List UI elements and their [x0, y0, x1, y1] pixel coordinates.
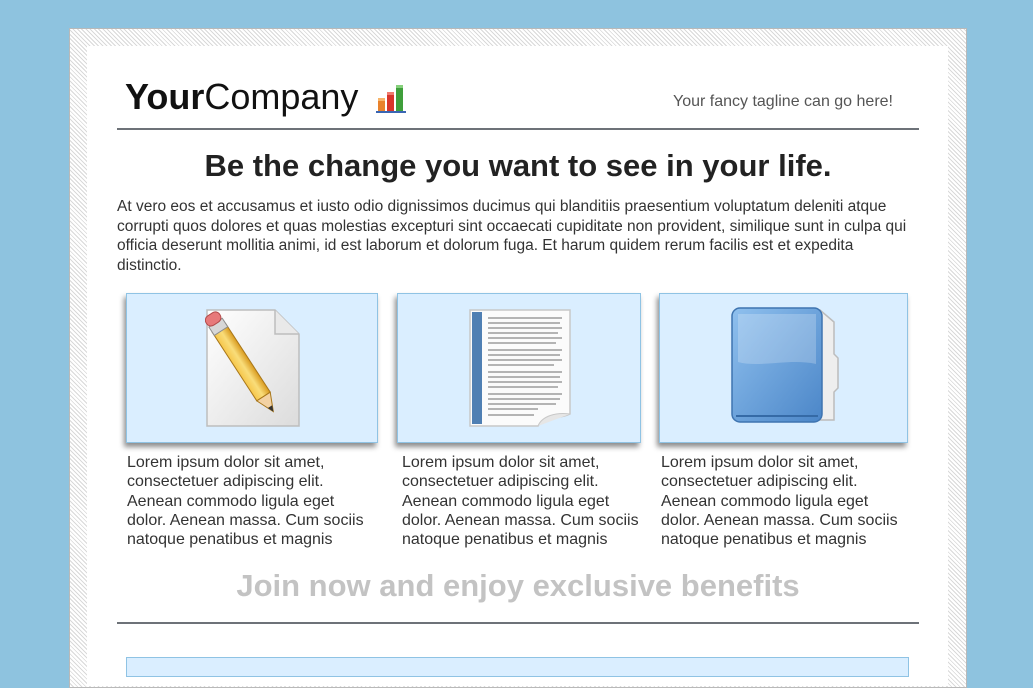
- bar-chart-icon: [376, 85, 406, 113]
- section-divider: [117, 622, 919, 624]
- join-cta-heading[interactable]: Join now and enjoy exclusive benefits: [117, 568, 919, 604]
- blue-folder-icon: [731, 307, 839, 423]
- bottom-panel: [126, 657, 909, 677]
- text-document-icon: [469, 309, 571, 427]
- header: YourCompany Your fancy tagline can go he…: [117, 72, 919, 130]
- company-logo[interactable]: YourCompany: [125, 76, 358, 118]
- feature-card-3-image[interactable]: [659, 293, 908, 443]
- tagline: Your fancy tagline can go here!: [672, 93, 893, 110]
- feature-card-3-text: Lorem ipsum dolor sit amet, consectetuer…: [661, 454, 898, 549]
- feature-card-2-image[interactable]: [397, 293, 641, 443]
- page-headline: Be the change you want to see in your li…: [204, 148, 832, 183]
- feature-card-1-image[interactable]: [126, 293, 378, 443]
- feature-card-2-text: Lorem ipsum dolor sit amet, consectetuer…: [402, 454, 639, 549]
- logo-bold-text: Your: [125, 76, 205, 117]
- intro-paragraph: At vero eos et accusamus et iusto odio d…: [117, 198, 907, 274]
- pencil-document-icon: [205, 309, 300, 427]
- feature-card-1-text: Lorem ipsum dolor sit amet, consectetuer…: [127, 454, 364, 549]
- logo-regular-text: Company: [204, 76, 359, 117]
